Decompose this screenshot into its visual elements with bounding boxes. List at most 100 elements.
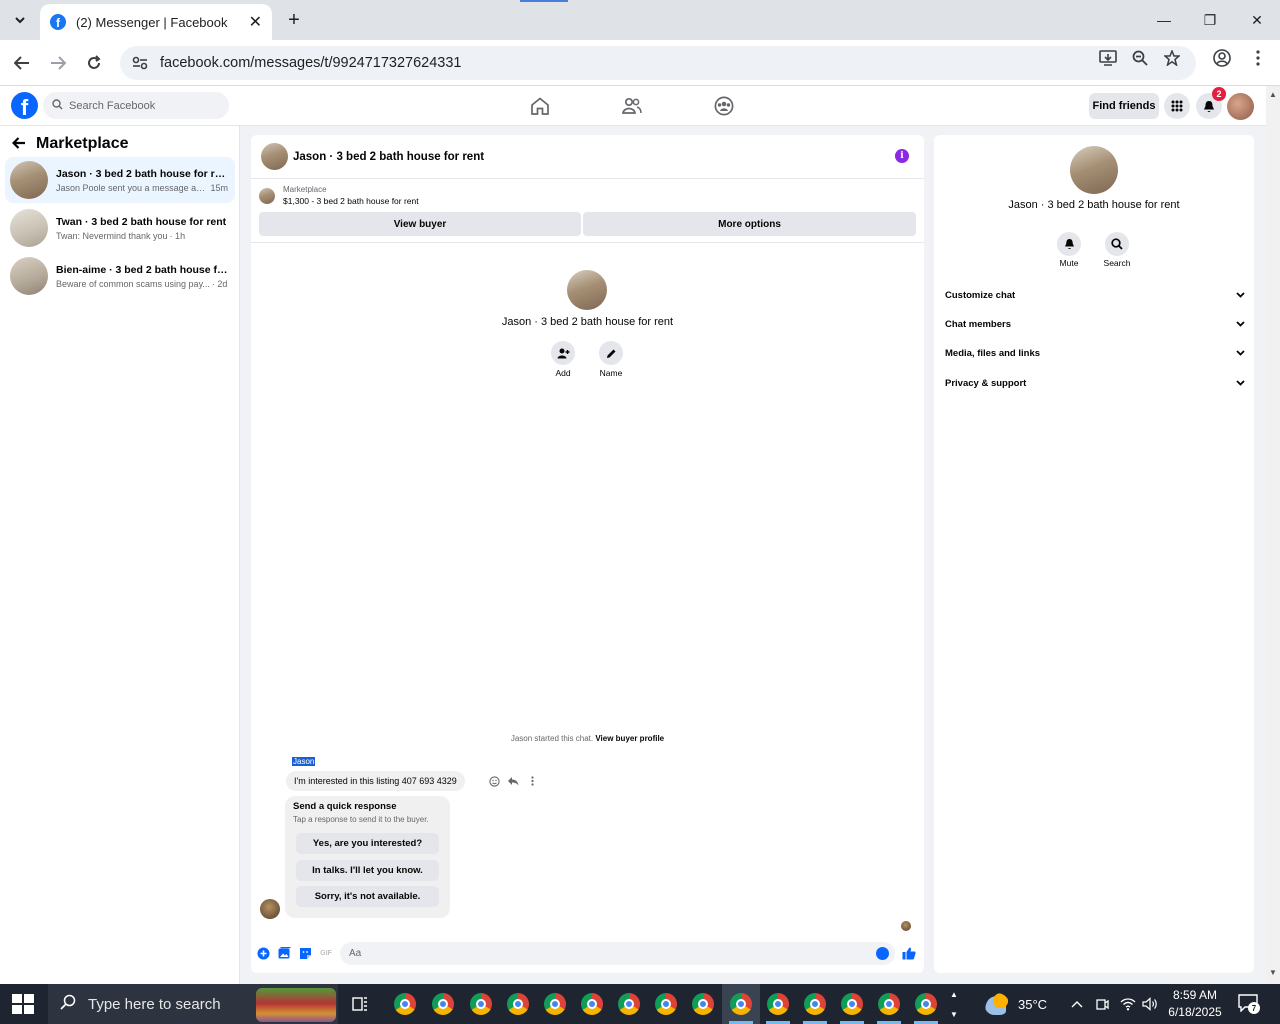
network-icon[interactable]	[1120, 984, 1136, 1024]
groups-icon[interactable]	[713, 95, 735, 117]
view-buyer-button[interactable]: View buyer	[259, 212, 581, 236]
chat-panel: Jason · 3 bed 2 bath house for rent i Ma…	[251, 135, 924, 973]
pencil-icon	[606, 349, 615, 358]
tab-title: (2) Messenger | Facebook	[76, 14, 228, 30]
back-button[interactable]	[10, 51, 34, 75]
like-thumb-icon[interactable]	[901, 946, 917, 960]
chrome-icon[interactable]	[767, 993, 789, 1015]
chrome-icon[interactable]	[432, 993, 454, 1015]
weather-icon[interactable]	[985, 993, 1009, 1015]
mute-button[interactable]	[1057, 232, 1081, 256]
chrome-icon[interactable]	[394, 993, 416, 1015]
new-tab-button[interactable]: +	[282, 8, 306, 32]
site-settings-icon[interactable]	[130, 53, 150, 73]
reply-icon[interactable]	[506, 774, 520, 788]
meet-now-icon[interactable]	[1095, 984, 1109, 1024]
conversation-item[interactable]: Jason · 3 bed 2 bath house for rent Jaso…	[5, 157, 235, 203]
chrome-icon[interactable]	[730, 993, 752, 1015]
chrome-icon[interactable]	[655, 993, 677, 1015]
chrome-icon[interactable]	[581, 993, 603, 1015]
bookmark-star-icon[interactable]	[1161, 47, 1183, 69]
taskbar-overflow-scroll[interactable]: ▲ ▼	[946, 984, 962, 1024]
tab-close-icon[interactable]: ✕	[249, 12, 262, 32]
tray-chevron-up-icon[interactable]	[1071, 984, 1083, 1024]
conversation-item[interactable]: Twan · 3 bed 2 bath house for rent Twan:…	[5, 205, 235, 251]
chat-members-row[interactable]: Chat members	[945, 315, 1245, 333]
address-bar[interactable]: facebook.com/messages/t/9924717327624331	[120, 46, 1196, 80]
scroll-up-icon[interactable]: ▲	[1269, 90, 1277, 99]
forward-button[interactable]	[46, 51, 70, 75]
menu-grid-button[interactable]	[1164, 93, 1190, 119]
chrome-icon[interactable]	[841, 993, 863, 1015]
zoom-icon[interactable]	[1129, 47, 1151, 69]
add-people-button[interactable]	[551, 341, 575, 365]
privacy-support-row[interactable]: Privacy & support	[945, 374, 1245, 392]
sticker-icon[interactable]	[298, 946, 312, 960]
chrome-icon[interactable]	[470, 993, 492, 1015]
more-options-button[interactable]: More options	[583, 212, 916, 236]
quick-response-not-available-button[interactable]: Sorry, it's not available.	[296, 886, 439, 907]
chrome-icon[interactable]	[618, 993, 640, 1015]
chrome-icon[interactable]	[544, 993, 566, 1015]
photo-icon[interactable]	[277, 946, 291, 960]
quick-response-yes-button[interactable]: Yes, are you interested?	[296, 833, 439, 854]
windows-start-icon[interactable]	[12, 994, 34, 1014]
browser-menu-icon[interactable]	[1247, 47, 1269, 69]
info-icon[interactable]: i	[895, 149, 909, 163]
chrome-icon[interactable]	[915, 993, 937, 1015]
chat-header-thumbnail[interactable]	[261, 143, 288, 170]
find-friends-button[interactable]: Find friends	[1089, 93, 1159, 119]
chrome-icon[interactable]	[692, 993, 714, 1015]
install-app-icon[interactable]	[1097, 47, 1119, 69]
tab-search-dropdown[interactable]	[8, 8, 32, 32]
listing-category: Marketplace	[283, 185, 327, 194]
media-files-links-row[interactable]: Media, files and links	[945, 344, 1245, 362]
browser-tab-active[interactable]: f (2) Messenger | Facebook ✕	[40, 4, 272, 40]
message-input[interactable]: Aa	[340, 942, 895, 965]
friends-icon[interactable]	[621, 95, 643, 117]
emoji-icon[interactable]	[876, 947, 889, 960]
listing-summary[interactable]: Marketplace $1,300 - 3 bed 2 bath house …	[259, 185, 419, 206]
quick-response-in-talks-button[interactable]: In talks. I'll let you know.	[296, 860, 439, 881]
taskbar-clock[interactable]: 8:59 AM 6/18/2025	[1164, 987, 1226, 1021]
action-center-icon[interactable]: 7	[1238, 994, 1260, 1014]
chrome-icon[interactable]	[878, 993, 900, 1015]
profile-icon[interactable]	[1211, 47, 1233, 69]
plus-icon[interactable]	[256, 946, 270, 960]
gif-icon[interactable]: GIF	[319, 946, 333, 960]
chevron-down-icon[interactable]: ▼	[950, 1010, 958, 1019]
facebook-search-input[interactable]: Search Facebook	[43, 92, 229, 119]
task-view-icon[interactable]	[350, 994, 370, 1014]
chrome-icon[interactable]	[507, 993, 529, 1015]
react-emoji-icon[interactable]	[487, 774, 501, 788]
home-icon[interactable]	[529, 95, 551, 117]
temperature[interactable]: 35°C	[1018, 984, 1047, 1024]
back-arrow-icon[interactable]	[11, 134, 26, 154]
conversation-item[interactable]: Bien-aime · 3 bed 2 bath house for... Be…	[5, 253, 235, 299]
window-close-button[interactable]: ✕	[1234, 8, 1280, 32]
restore-button[interactable]: ❐	[1187, 8, 1233, 32]
chevron-down-icon	[1236, 290, 1245, 300]
marketplace-header: Marketplace	[11, 134, 129, 154]
conversation-preview: Jason Poole sent you a message ab...	[56, 182, 206, 193]
customize-chat-row[interactable]: Customize chat	[945, 286, 1245, 304]
message-bubble[interactable]: I'm interested in this listing 407 693 4…	[286, 771, 465, 791]
page-scrollbar[interactable]: ▲ ▼	[1266, 86, 1280, 984]
minimize-button[interactable]: —	[1141, 8, 1187, 32]
add-label: Add	[555, 368, 571, 378]
chat-started-notice: Jason started this chat. View buyer prof…	[251, 734, 924, 743]
volume-icon[interactable]	[1142, 984, 1158, 1024]
chrome-icon[interactable]	[804, 993, 826, 1015]
conversation-preview: Twan: Nevermind thank you	[56, 230, 168, 241]
facebook-logo-icon[interactable]: f	[11, 92, 38, 119]
view-buyer-profile-link[interactable]: View buyer profile	[595, 734, 664, 743]
reload-button[interactable]	[82, 51, 106, 75]
edit-name-button[interactable]	[599, 341, 623, 365]
chevron-up-icon[interactable]: ▲	[950, 990, 958, 999]
scroll-down-icon[interactable]: ▼	[1269, 968, 1277, 977]
chat-header-title[interactable]: Jason · 3 bed 2 bath house for rent	[293, 151, 484, 163]
bell-icon	[1204, 100, 1214, 112]
search-conversation-button[interactable]	[1105, 232, 1129, 256]
account-avatar[interactable]	[1227, 93, 1254, 120]
more-vertical-icon[interactable]	[525, 774, 539, 788]
